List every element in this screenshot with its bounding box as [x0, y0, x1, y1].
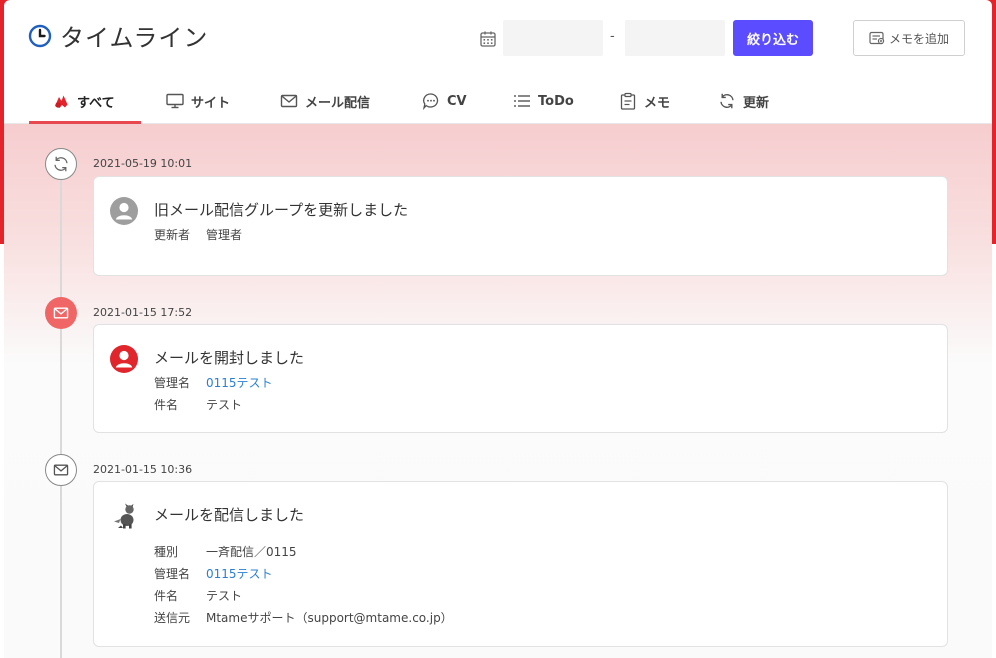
- detail-key: 管理名: [154, 567, 191, 581]
- detail-key: 更新者: [154, 228, 191, 242]
- event-title: メールを配信しました: [154, 506, 305, 524]
- tab-memo-label: メモ: [644, 95, 671, 111]
- tab-site-label: サイト: [191, 95, 231, 111]
- tab-cv-label: CV: [447, 93, 467, 109]
- calendar-icon[interactable]: [479, 30, 497, 48]
- event-card: メールを配信しました 種別 一斉配信／0115 管理名 0115テスト 件名 テ…: [93, 481, 948, 647]
- mail-icon: [280, 94, 298, 108]
- dog-icon: [114, 503, 134, 529]
- detail-value: テスト: [206, 398, 243, 412]
- date-to-input[interactable]: [625, 20, 725, 56]
- event-title: 旧メール配信グループを更新しました: [154, 201, 409, 219]
- tab-cv[interactable]: CV: [422, 78, 467, 124]
- tab-todo[interactable]: ToDo: [513, 78, 574, 124]
- filter-tabs: すべて サイト メール配信 CV ToDo メモ 更新: [4, 78, 992, 124]
- tab-site[interactable]: サイト: [166, 78, 230, 124]
- tab-memo[interactable]: メモ: [619, 78, 670, 124]
- event-detail-row: 管理名 0115テスト: [154, 374, 273, 391]
- tab-all[interactable]: すべて: [52, 78, 115, 124]
- tab-mail-label: メール配信: [305, 95, 371, 111]
- user-gray-icon: [110, 197, 138, 225]
- detail-key: 件名: [154, 589, 179, 603]
- clipboard-icon: [620, 92, 636, 110]
- event-detail-row: 送信元 Mtameサポート（support@mtame.co.jp）: [154, 609, 453, 626]
- page-header: タイムライン - 絞り込む メモを追加: [4, 0, 992, 78]
- timeline-node: [45, 454, 77, 486]
- event-detail-row: 種別 一斉配信／0115: [154, 543, 297, 560]
- chat-icon: [422, 93, 439, 110]
- timeline-panel: タイムライン - 絞り込む メモを追加 すべて サイト メール配信 CV ToD…: [4, 0, 992, 658]
- timeline-line: [60, 164, 62, 658]
- event-detail-row: 件名 テスト: [154, 396, 242, 413]
- memo-icon: [869, 31, 885, 45]
- detail-value: Mtameサポート（support@mtame.co.jp）: [206, 611, 453, 625]
- event-timestamp: 2021-05-19 10:01: [93, 157, 193, 170]
- date-from-input[interactable]: [503, 20, 603, 56]
- detail-key: 種別: [154, 545, 179, 559]
- detail-key: 件名: [154, 398, 179, 412]
- event-detail-row: 管理名 0115テスト: [154, 565, 273, 582]
- page-title: タイムライン: [28, 18, 208, 53]
- mail-name-link[interactable]: 0115テスト: [206, 565, 273, 582]
- detail-key: 送信元: [154, 611, 191, 625]
- add-memo-label: メモを追加: [888, 31, 949, 46]
- refresh-icon: [720, 93, 734, 109]
- event-timestamp: 2021-01-15 10:36: [93, 463, 193, 476]
- mail-name-link[interactable]: 0115テスト: [206, 374, 273, 391]
- filter-button-label: 絞り込む: [746, 32, 799, 48]
- detail-value: 一斉配信／0115: [206, 545, 297, 559]
- date-separator: -: [610, 29, 615, 44]
- add-memo-button[interactable]: メモを追加: [853, 20, 965, 56]
- timeline-content: 2021-05-19 10:01 旧メール配信グループを更新しました 更新者 管…: [4, 124, 992, 658]
- detail-value: 管理者: [206, 228, 243, 242]
- clock-icon: [28, 24, 52, 47]
- fire-icon: [55, 95, 68, 108]
- event-detail-row: 更新者 管理者: [154, 226, 242, 243]
- tab-all-label: すべて: [77, 95, 115, 111]
- detail-value: テスト: [206, 589, 243, 603]
- user-red-icon: [110, 345, 138, 373]
- monitor-icon: [166, 93, 184, 109]
- mail-icon: [53, 307, 69, 319]
- filter-button[interactable]: 絞り込む: [733, 20, 813, 56]
- tab-update-label: 更新: [743, 95, 770, 111]
- event-detail-row: 件名 テスト: [154, 587, 242, 604]
- tab-todo-label: ToDo: [538, 93, 574, 109]
- event-timestamp: 2021-01-15 17:52: [93, 306, 193, 319]
- event-title: メールを開封しました: [154, 349, 305, 367]
- event-card: 旧メール配信グループを更新しました 更新者 管理者: [93, 176, 948, 276]
- event-card: メールを開封しました 管理名 0115テスト 件名 テスト: [93, 324, 948, 433]
- list-icon: [514, 95, 530, 107]
- refresh-icon: [54, 156, 68, 172]
- page-title-text: タイムライン: [60, 24, 209, 52]
- detail-key: 管理名: [154, 376, 191, 390]
- timeline-node: [45, 297, 77, 329]
- timeline-node: [45, 148, 77, 180]
- tab-update[interactable]: 更新: [718, 78, 769, 124]
- tab-mail[interactable]: メール配信: [280, 78, 370, 124]
- mail-icon: [53, 464, 69, 476]
